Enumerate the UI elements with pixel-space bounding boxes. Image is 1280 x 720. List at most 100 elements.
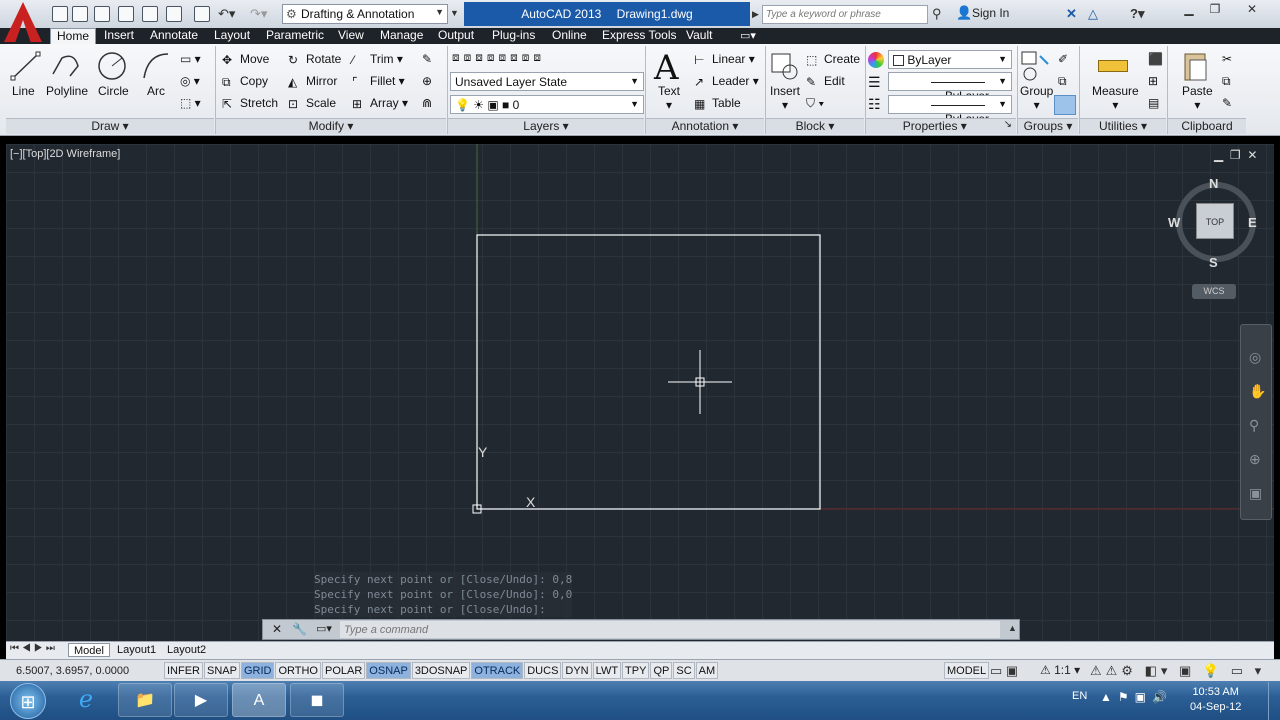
explode-icon[interactable]: ⊕ [422, 74, 432, 88]
annotation-scale[interactable]: ⚠ 1:1 ▾ [1040, 663, 1080, 677]
select-all-icon[interactable]: ⊞ [1148, 74, 1158, 88]
language-indicator[interactable]: EN [1072, 690, 1087, 702]
media-player-icon[interactable]: ▶ [174, 683, 228, 717]
modify-panel-title[interactable]: Modify ▾ [216, 118, 446, 134]
viewcube-south[interactable]: S [1209, 255, 1218, 270]
group-selection-toggle[interactable] [1054, 95, 1076, 115]
ungroup-icon[interactable]: ✐ [1058, 52, 1068, 66]
tab-vault[interactable]: Vault [680, 28, 718, 44]
status-toggle-osnap[interactable]: OSNAP [366, 662, 411, 679]
viewcube-north[interactable]: N [1209, 176, 1218, 191]
attribute-icon[interactable]: ⛉ ▾ [806, 96, 824, 111]
tab-plug-ins[interactable]: Plug-ins [486, 28, 541, 44]
layer-dropdown[interactable]: 💡 ☀ ▣ ■ 0 ▼ [450, 95, 644, 114]
arc-button[interactable]: Arc [147, 84, 165, 98]
linetype-dropdown[interactable]: ByLayer▼ [888, 95, 1012, 126]
copy-button[interactable]: ⧉ Copy [222, 74, 268, 89]
status-toggle-otrack[interactable]: OTRACK [471, 662, 524, 679]
groups-panel-title[interactable]: Groups ▾ [1018, 118, 1078, 134]
insert-button[interactable]: Insert ▾ [770, 84, 800, 112]
leader-button[interactable]: ↗ Leader ▾ [694, 74, 759, 89]
status-toggle-ducs[interactable]: DUCS [524, 662, 562, 679]
lineweight-dropdown[interactable]: ByLayer▼ [888, 72, 1012, 103]
quick-view-icons[interactable]: ▭ ▣ [990, 663, 1018, 679]
rectangle-icon[interactable]: ▭ ▾ [180, 52, 201, 66]
exchange-icon[interactable]: ✕ [1066, 6, 1077, 22]
tab-home[interactable]: Home [50, 28, 97, 44]
wcs-menu[interactable]: WCS [1192, 284, 1236, 299]
table-button[interactable]: ▦ Table [694, 96, 741, 111]
viewport-controls-label[interactable]: [−][Top][2D Wireframe] [10, 148, 120, 160]
model-space-button[interactable]: MODEL [944, 662, 990, 679]
offset-icon[interactable]: ⋒ [422, 96, 432, 110]
trim-button[interactable]: ⁄ Trim ▾ [352, 52, 403, 67]
file-explorer-icon[interactable]: 📁 [118, 683, 172, 717]
system-clock[interactable]: 10:53 AM 04-Sep-12 [1190, 685, 1241, 715]
customize-wrench-icon[interactable]: 🔧 [292, 622, 307, 636]
open-icon[interactable] [72, 6, 88, 22]
tab-manage[interactable]: Manage [374, 28, 429, 44]
restore-button[interactable]: ❐ [1202, 2, 1228, 22]
polyline-button[interactable]: Polyline [46, 84, 88, 98]
tab-output[interactable]: Output [432, 28, 480, 44]
move-button[interactable]: ✥ Move [222, 52, 269, 67]
cut-icon[interactable]: ✂ [1222, 52, 1232, 66]
command-expand-icon[interactable]: ▲ [1008, 623, 1017, 633]
tab-layout[interactable]: Layout [208, 28, 256, 44]
color-dropdown[interactable]: ByLayer ▼ [888, 50, 1012, 69]
edit-block-button[interactable]: ✎ Edit [806, 74, 845, 89]
new-icon[interactable] [52, 6, 68, 22]
close-command-line-icon[interactable]: ✕ [272, 622, 282, 636]
utilities-panel-title[interactable]: Utilities ▾ [1080, 118, 1166, 134]
measure-button[interactable]: Measure ▾ [1092, 84, 1139, 112]
erase-icon[interactable]: ✎ [422, 52, 432, 66]
status-toggle-am[interactable]: AM [695, 662, 719, 679]
tab-insert[interactable]: Insert [98, 28, 140, 44]
status-toggle-qp[interactable]: QP [650, 662, 673, 679]
status-toggle-sc[interactable]: SC [673, 662, 695, 679]
plot-icon[interactable] [194, 6, 210, 22]
redo-icon[interactable]: ↷▾ [250, 6, 267, 22]
viewcube-west[interactable]: W [1168, 215, 1180, 230]
help-icon[interactable]: ?▾ [1130, 6, 1144, 22]
quick-select-icon[interactable]: ⬛ [1148, 52, 1163, 66]
viewcube-top[interactable]: TOP [1196, 203, 1234, 239]
properties-panel-title[interactable]: Properties ▾ ↘ [866, 118, 1016, 134]
search-input[interactable]: Type a keyword or phrase [762, 5, 928, 24]
layout-nav-arrows[interactable]: ⏮◀▶⏭ [10, 643, 58, 654]
line-button[interactable]: Line [12, 84, 35, 98]
save-as-icon[interactable] [118, 6, 134, 22]
status-tray-icons[interactable]: ⚠⚠⚙ ◧▾ ▣ 💡 ▭ ▾ [1090, 663, 1265, 679]
start-button-icon[interactable]: ⊞ [10, 683, 46, 719]
viewcube-east[interactable]: E [1248, 215, 1257, 230]
show-desktop-button[interactable] [1268, 682, 1280, 720]
layer-tools-icons[interactable]: ⧈⧈⧈⧈⧈⧈⧈⧈ [452, 50, 545, 65]
stretch-button[interactable]: ⇱ Stretch [222, 96, 278, 111]
match-properties-icon[interactable] [868, 52, 884, 68]
viewport-window-controls[interactable]: ▁ ❐ ✕ [1214, 148, 1257, 162]
rotate-button[interactable]: ↻ Rotate [288, 52, 341, 67]
match-icon[interactable]: ✎ [1222, 96, 1232, 110]
scale-button[interactable]: ⊡ Scale [288, 96, 336, 111]
create-block-button[interactable]: ⬚ Create [806, 52, 860, 67]
group-edit-icon[interactable]: ⧉ [1058, 74, 1067, 89]
clipboard-panel-title[interactable]: Clipboard [1168, 118, 1246, 134]
status-toggle-ortho[interactable]: ORTHO [275, 662, 321, 679]
coordinate-readout[interactable]: 6.5007, 3.6957, 0.0000 [16, 665, 129, 677]
tab-model[interactable]: Model [68, 643, 110, 657]
undo-icon[interactable]: ↶▾ [218, 6, 235, 22]
system-tray-icons[interactable]: ▲⚑▣🔊 [1100, 690, 1173, 704]
recorder-taskbar-icon[interactable]: ◼ [290, 683, 344, 717]
status-toggle-lwt[interactable]: LWT [592, 662, 622, 679]
tab-view[interactable]: View [332, 28, 370, 44]
status-toggle-infer[interactable]: INFER [164, 662, 203, 679]
tab-layout2[interactable]: Layout2 [162, 643, 211, 657]
recent-commands-icon[interactable]: ▭▾ [316, 622, 332, 635]
circle-button[interactable]: Circle [98, 84, 129, 98]
close-button[interactable]: ✕ [1232, 2, 1272, 22]
paste-button[interactable]: Paste ▾ [1182, 84, 1213, 112]
tab-layout1[interactable]: Layout1 [112, 643, 161, 657]
calculator-icon[interactable]: ▤ [1148, 96, 1159, 110]
autocad-taskbar-icon[interactable]: A [232, 683, 286, 717]
tab-express-tools[interactable]: Express Tools [596, 28, 682, 44]
